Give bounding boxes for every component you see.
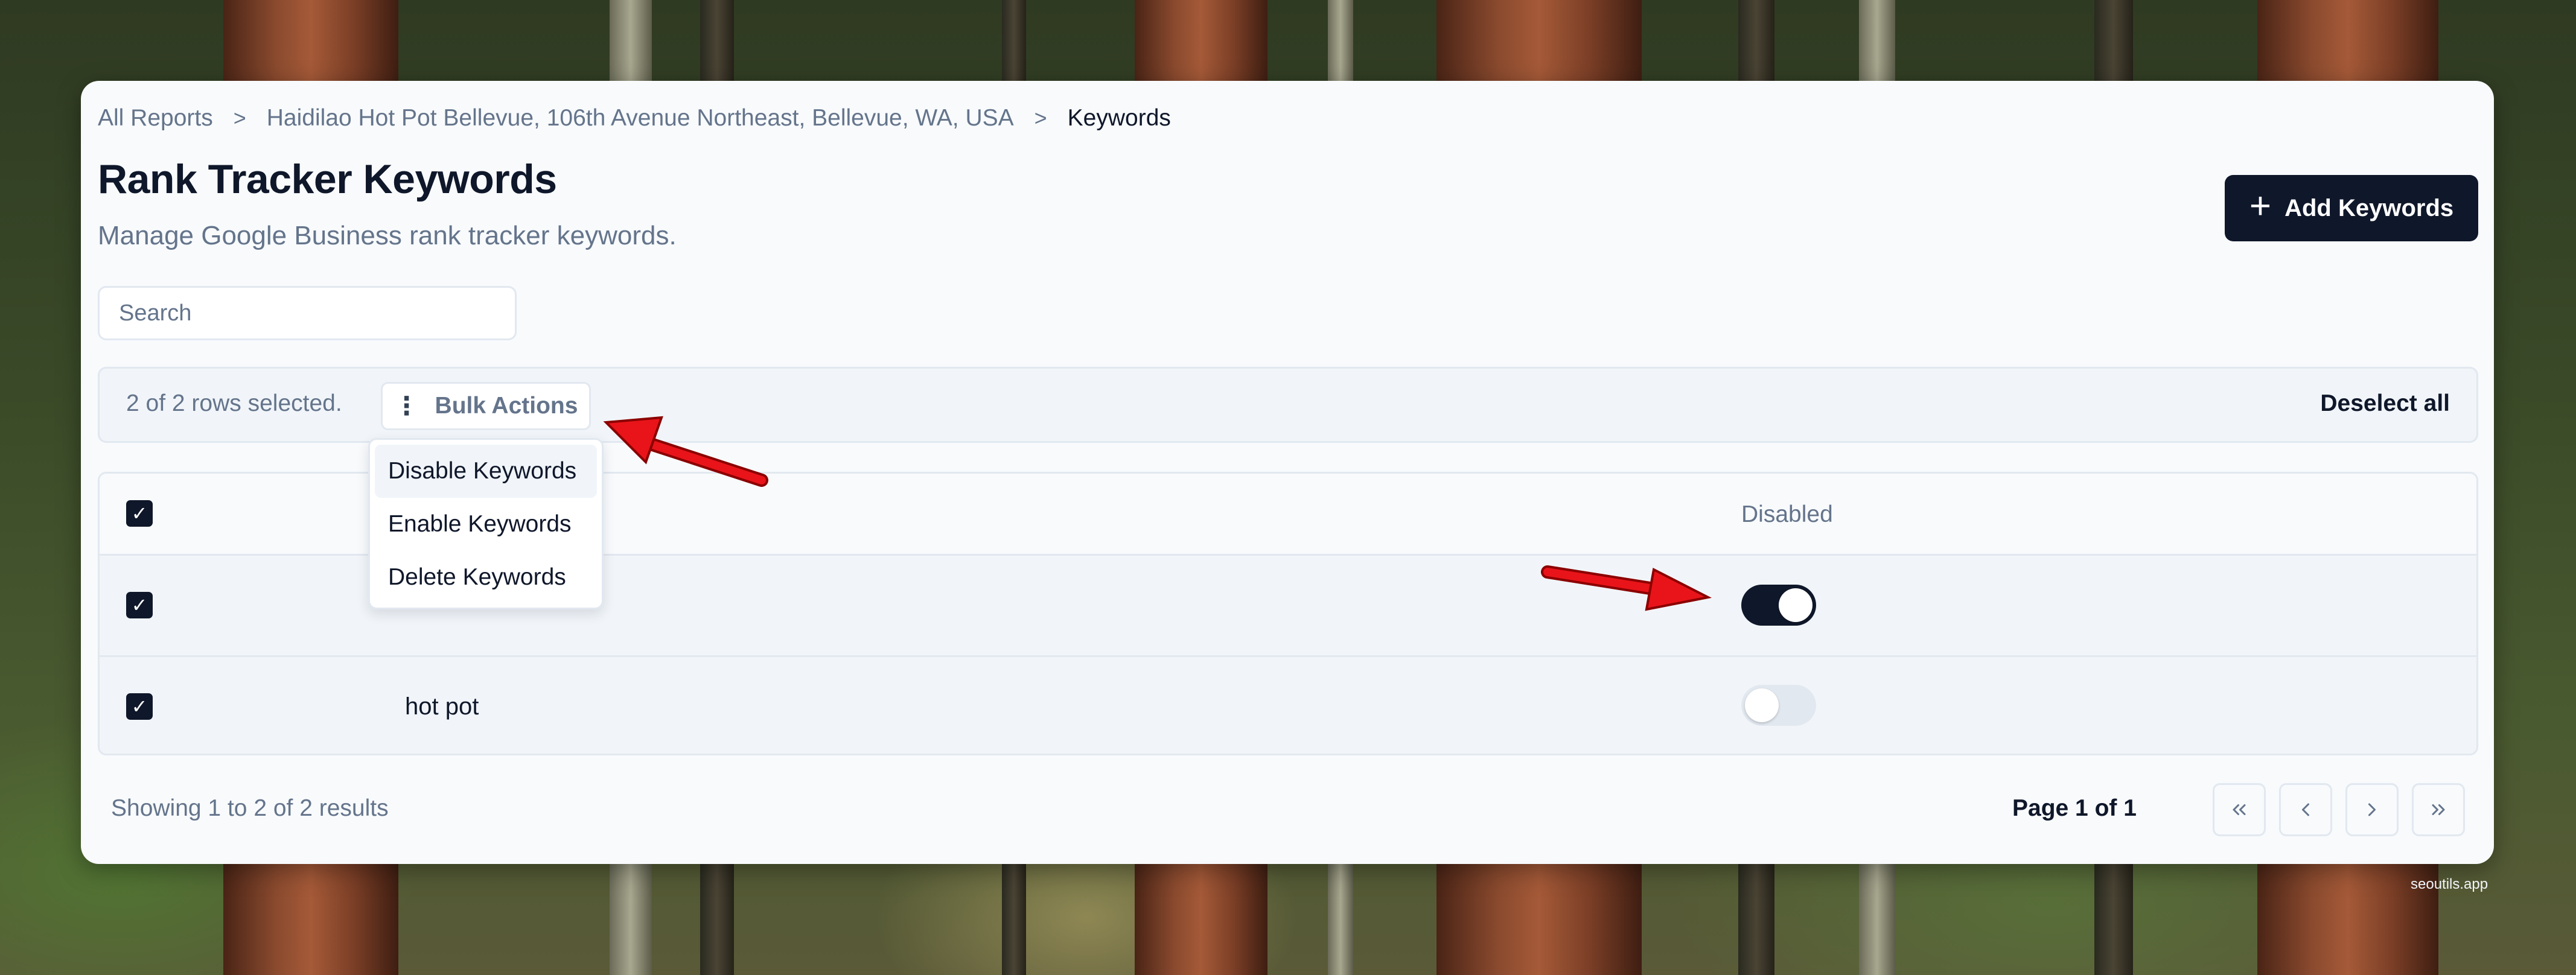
row-checkbox[interactable]: ✓ xyxy=(126,693,153,720)
last-page-button[interactable] xyxy=(2412,783,2465,836)
menu-item-delete-keywords[interactable]: Delete Keywords xyxy=(375,551,597,604)
chevrons-left-icon xyxy=(2233,804,2246,815)
disabled-toggle[interactable] xyxy=(1741,685,1816,726)
page-title: Rank Tracker Keywords xyxy=(98,156,557,202)
more-vertical-icon: ⋮ xyxy=(394,392,419,420)
menu-item-disable-keywords[interactable]: Disable Keywords xyxy=(375,445,597,498)
selection-count: 2 of 2 rows selected. xyxy=(126,390,342,416)
chevrons-right-icon xyxy=(2432,804,2445,815)
chevron-left-icon xyxy=(2302,803,2309,816)
breadcrumb: All Reports > Haidilao Hot Pot Bellevue,… xyxy=(98,101,1171,135)
chevron-right-icon: > xyxy=(233,106,246,130)
check-icon: ✓ xyxy=(131,696,148,717)
previous-page-button[interactable] xyxy=(2279,783,2332,836)
bulk-actions-button[interactable]: ⋮ Bulk Actions xyxy=(381,382,591,430)
bulk-actions-menu: Disable Keywords Enable Keywords Delete … xyxy=(368,438,604,609)
chevron-right-icon xyxy=(2368,803,2376,816)
add-keywords-button[interactable]: + Add Keywords xyxy=(2225,175,2478,241)
search-input[interactable] xyxy=(98,286,517,340)
chevron-right-icon: > xyxy=(1034,106,1047,130)
page-subtitle: Manage Google Business rank tracker keyw… xyxy=(98,221,677,250)
plus-icon: + xyxy=(2249,185,2272,227)
breadcrumb-all-reports[interactable]: All Reports xyxy=(98,105,213,132)
results-summary: Showing 1 to 2 of 2 results xyxy=(111,795,389,821)
watermark: seoutils.app xyxy=(2411,876,2488,892)
select-all-checkbox[interactable]: ✓ xyxy=(126,500,153,527)
row-checkbox[interactable]: ✓ xyxy=(126,592,153,618)
breadcrumb-current: Keywords xyxy=(1067,105,1171,131)
deselect-all-button[interactable]: Deselect all xyxy=(2320,390,2450,417)
breadcrumb-location[interactable]: Haidilao Hot Pot Bellevue, 106th Avenue … xyxy=(267,105,1014,132)
table-row: ✓ hot pot xyxy=(100,657,2476,754)
column-header-disabled: Disabled xyxy=(1741,501,1833,527)
keyword-cell: hot pot xyxy=(405,693,479,720)
first-page-button[interactable] xyxy=(2213,783,2266,836)
bulk-actions-label: Bulk Actions xyxy=(435,393,578,419)
toggle-knob xyxy=(1779,588,1812,622)
bulk-action-bar: 2 of 2 rows selected. ⋮ Bulk Actions Des… xyxy=(98,367,2478,443)
disabled-toggle[interactable] xyxy=(1741,585,1816,626)
check-icon: ✓ xyxy=(131,503,148,524)
keywords-panel: All Reports > Haidilao Hot Pot Bellevue,… xyxy=(81,81,2494,864)
menu-item-enable-keywords[interactable]: Enable Keywords xyxy=(375,498,597,551)
add-keywords-label: Add Keywords xyxy=(2284,194,2454,221)
toggle-knob xyxy=(1745,688,1779,722)
page-indicator: Page 1 of 1 xyxy=(2012,795,2137,821)
next-page-button[interactable] xyxy=(2345,783,2399,836)
check-icon: ✓ xyxy=(131,594,148,616)
